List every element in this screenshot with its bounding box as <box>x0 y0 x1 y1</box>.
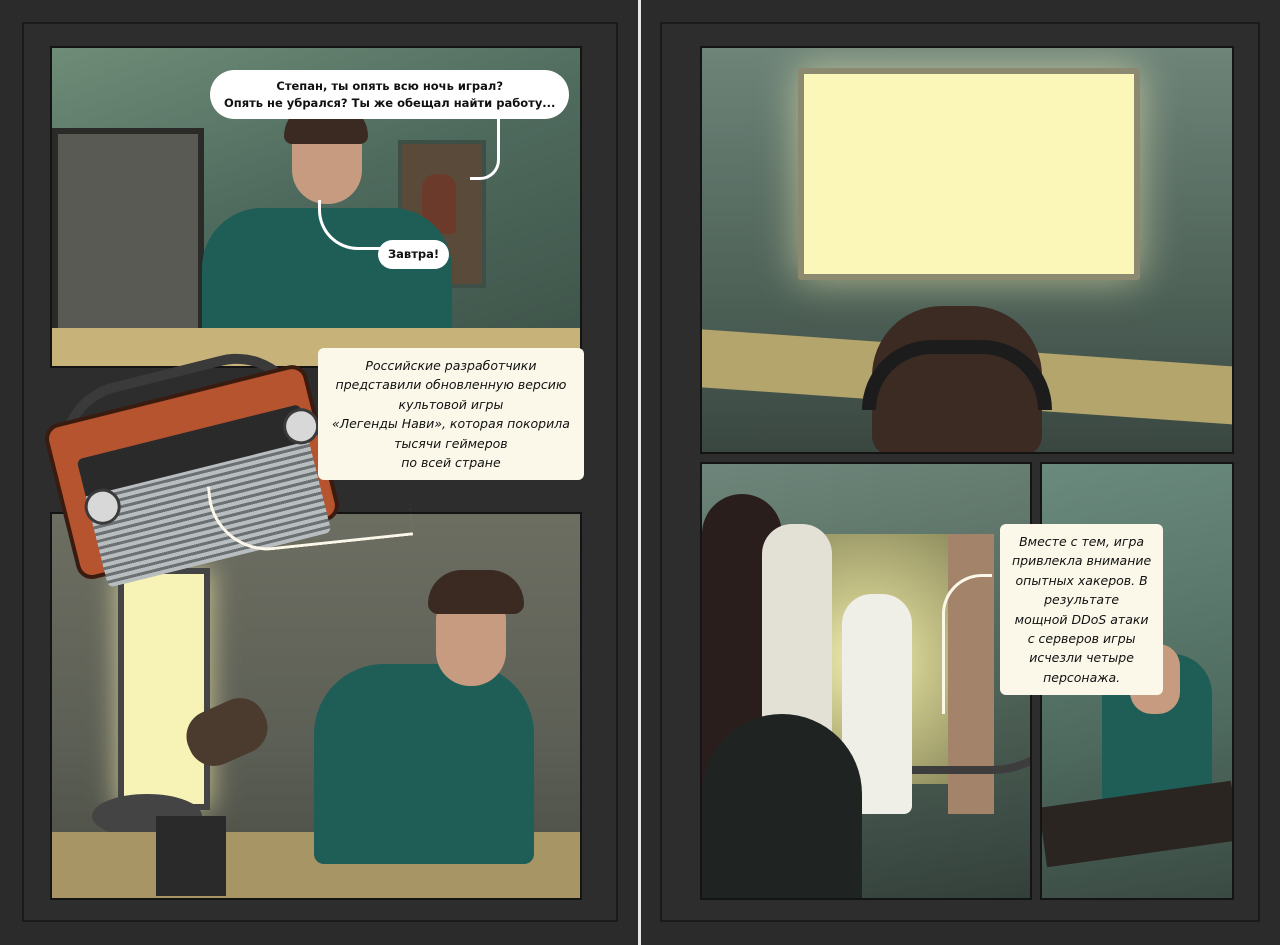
caption-line: представили обновленную версию <box>335 377 567 393</box>
caption-line: «Легенды Нави», которая покорила <box>332 416 570 432</box>
caption-line: Вместе с тем, игра <box>1019 534 1145 549</box>
speech-line: Степан, ты опять всю ночь играл? <box>276 79 504 93</box>
caption-line: с серверов игры <box>1027 630 1136 646</box>
caption-line: исчезли четыре <box>1029 650 1134 666</box>
hackers-caption: Вместе с тем, игра привлекла внимание оп… <box>1000 524 1164 695</box>
caption-line: опытных хакеров. В <box>1015 572 1148 588</box>
stepan-legs <box>1042 780 1232 868</box>
speech-tail <box>942 574 992 714</box>
panel-screen-flash <box>700 46 1234 454</box>
caption-line: культовой игры <box>398 396 504 412</box>
speech-line: Завтра! <box>388 247 440 261</box>
caption-line: Российские разработчики <box>365 358 537 373</box>
caption-line: персонажа. <box>1043 669 1121 685</box>
speech-bubble-stepan: Завтра! <box>378 240 450 269</box>
speech-line: Опять не убрался? Ты же обещал найти раб… <box>224 95 556 110</box>
page-gutter <box>638 0 641 945</box>
radio-caption: Российские разработчики представили обно… <box>318 348 584 481</box>
glowing-monitor <box>118 568 210 810</box>
speech-bubble-mother: Степан, ты опять всю ночь играл? Опять н… <box>210 70 570 120</box>
caption-line: тысячи геймеров <box>394 435 508 451</box>
wolf-character <box>702 714 862 898</box>
speech-tail <box>470 110 500 180</box>
comic-page-right <box>660 22 1260 922</box>
stepan-body <box>314 664 534 864</box>
pencil-cup <box>156 816 226 896</box>
caption-line: мощной DDoS атаки <box>1014 611 1149 627</box>
glowing-monitor <box>798 68 1140 280</box>
caption-line: привлекла внимание <box>1012 553 1152 569</box>
caption-line: результате <box>1044 592 1120 608</box>
stepan-hair <box>428 570 524 614</box>
